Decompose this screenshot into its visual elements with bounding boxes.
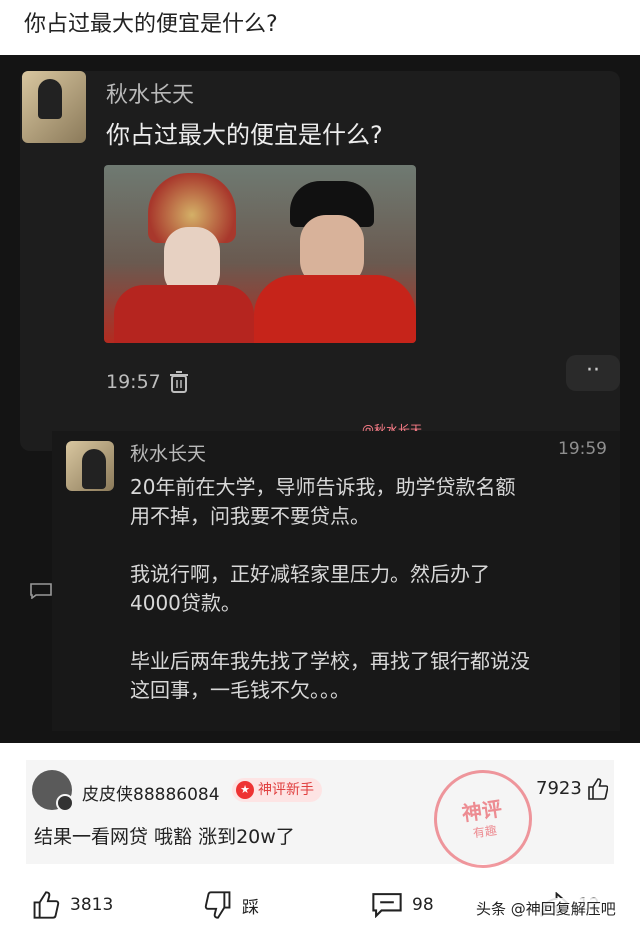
post-title: 你占过最大的便宜是什么? <box>106 121 383 149</box>
comment-icon <box>372 893 402 918</box>
comment-paragraph: 毕业后两年我先找了学校，再找了银行都说没这回事，一毛钱不欠。。。 <box>130 649 530 702</box>
thumbs-up-icon <box>33 891 60 919</box>
post-avatar[interactable] <box>22 71 86 143</box>
chat-icon[interactable] <box>30 583 52 599</box>
reply-text: 结果一看网贷 哦豁 涨到20w了 <box>34 826 295 848</box>
comment-avatar[interactable] <box>66 441 114 491</box>
reply-avatar[interactable] <box>32 770 74 812</box>
badge-label: 神评新手 <box>258 782 314 798</box>
comment-body: 20年前在大学，导师告诉我，助学贷款名额用不掉，问我要不要贷点。 我说行啊，正好… <box>130 473 530 734</box>
comment-username[interactable]: 秋水长天 <box>130 439 206 466</box>
post-username[interactable]: 秋水长天 <box>106 77 194 109</box>
dislike-button[interactable]: 踩 <box>204 890 259 920</box>
like-count: 3813 <box>70 895 114 915</box>
reply-badge: ★ 神评新手 <box>232 778 322 802</box>
comment-card: 秋水长天 19:59 20年前在大学，导师告诉我，助学贷款名额用不掉，问我要不要… <box>52 431 620 731</box>
comment-paragraph: 20年前在大学，导师告诉我，助学贷款名额用不掉，问我要不要贷点。 <box>130 475 516 528</box>
shield-icon: ★ <box>236 781 254 799</box>
post-image[interactable] <box>104 165 416 343</box>
post-time: 19:57 <box>106 371 161 393</box>
comment-paragraph: 我说行啊，正好减轻家里压力。然后办了4000贷款。 <box>130 562 490 615</box>
dislike-label: 踩 <box>242 897 259 918</box>
comment-count: 98 <box>412 895 434 915</box>
trash-icon[interactable] <box>170 371 188 393</box>
comment-time: 19:59 <box>558 439 607 459</box>
thumbs-up-icon[interactable] <box>588 778 608 800</box>
reply-username[interactable]: 皮皮侠88886084 <box>82 780 220 805</box>
page-title: 你占过最大的便宜是什么? <box>24 12 278 37</box>
post-card: 秋水长天 你占过最大的便宜是什么? 19:57 <box>20 71 620 451</box>
embedded-screenshot: 秋水长天 你占过最大的便宜是什么? 19:57 ·· @秋水长天 秋水长天 19… <box>0 55 640 743</box>
comment-button[interactable]: 98 <box>372 890 434 920</box>
watermark-text: 头条 @神回复解压吧 <box>476 898 616 919</box>
like-button[interactable]: 3813 <box>32 890 113 920</box>
reply-like-count: 7923 <box>536 778 582 799</box>
more-button[interactable]: ·· <box>566 355 620 391</box>
thumbs-down-icon <box>204 891 231 919</box>
